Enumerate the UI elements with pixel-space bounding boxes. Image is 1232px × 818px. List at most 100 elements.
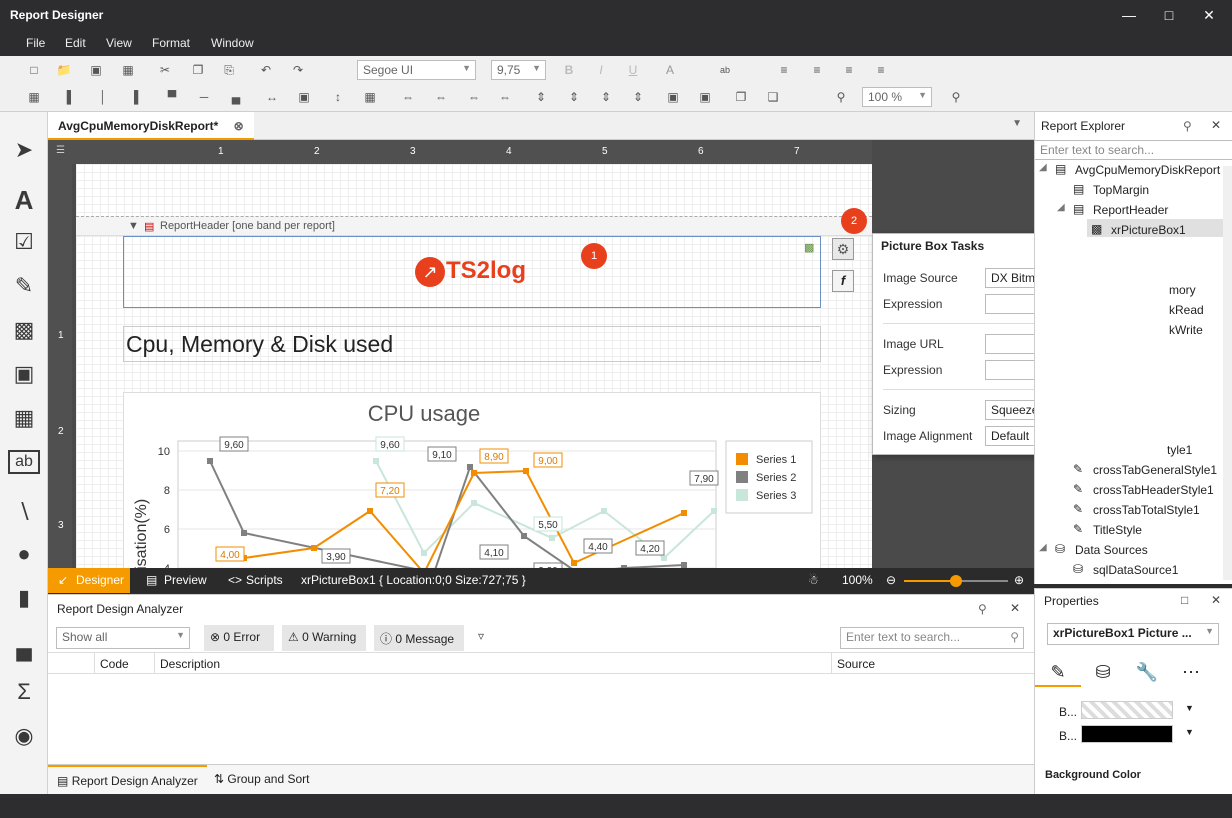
font-size-combo[interactable]: 9,75 ▼ — [491, 60, 546, 80]
band-expand-icon[interactable]: ▼ — [128, 220, 139, 232]
picture-icon[interactable]: ▩ — [8, 314, 40, 346]
same-width-icon[interactable]: ↔ — [264, 90, 280, 104]
underline-icon[interactable]: U — [625, 63, 641, 77]
paste-icon[interactable]: ⎘ — [221, 63, 237, 77]
richtext-icon[interactable]: ✎ — [8, 270, 40, 302]
barcode-icon[interactable]: ▮ — [8, 582, 40, 614]
border-color-picker[interactable] — [1081, 725, 1173, 743]
warnings-toggle[interactable]: ⚠ 0 Warning — [282, 625, 366, 651]
tree-item-reportheader[interactable]: ReportHeader — [1093, 203, 1168, 217]
tree-item-picturebox[interactable]: xrPictureBox1 — [1111, 223, 1186, 237]
align-center-icon[interactable]: ≡ — [809, 63, 825, 77]
background-color-picker[interactable] — [1081, 701, 1173, 719]
analyzer-search[interactable]: Enter text to search... ⚲ — [840, 627, 1024, 649]
pin-icon[interactable]: ⚲ — [1183, 119, 1192, 133]
send-back-icon[interactable]: ❑ — [765, 90, 781, 104]
report-title-box[interactable]: Cpu, Memory & Disk used — [123, 326, 821, 362]
center-h-icon[interactable]: ▣ — [665, 90, 681, 104]
justify-icon[interactable]: ≡ — [873, 63, 889, 77]
tab-preview[interactable]: Preview — [164, 573, 207, 587]
bell-icon[interactable]: ☃ — [808, 573, 819, 587]
chart-control[interactable]: CPU usageUtilisation(%)108649,609,609,10… — [123, 392, 821, 568]
zoom-slider-thumb[interactable] — [950, 575, 962, 587]
tab-designer[interactable]: Designer ↙ — [48, 568, 130, 593]
shape-icon[interactable]: ● — [8, 538, 40, 570]
size-to-grid-icon[interactable]: ▣ — [296, 90, 312, 104]
h-spacing-rem-icon[interactable]: ⇔ — [497, 90, 513, 104]
wrench-icon[interactable]: 🔧 — [1125, 657, 1169, 687]
align-grid-icon[interactable]: ▦ — [26, 90, 42, 104]
italic-icon[interactable]: I — [593, 63, 609, 77]
database-icon[interactable]: ⛁ — [1081, 657, 1125, 687]
align-tops-icon[interactable]: ▀ — [164, 90, 180, 104]
h-spacing-dec-icon[interactable]: ⇔ — [466, 90, 482, 104]
redo-icon[interactable]: ↷ — [290, 63, 306, 77]
copy-icon[interactable]: ❐ — [190, 63, 206, 77]
align-right-icon[interactable]: ≡ — [841, 63, 857, 77]
chart-icon[interactable]: ▄ — [8, 632, 40, 664]
v-spacing-inc-icon[interactable]: ⇕ — [566, 90, 582, 104]
tab-group-and-sort[interactable]: ⇅ Group and Sort — [208, 765, 315, 796]
band-header[interactable]: ▼ ▤ ReportHeader [one band per report] — [76, 216, 872, 236]
chevron-down-icon[interactable]: ▼ — [1012, 118, 1022, 129]
expand-icon[interactable]: ◢ — [1057, 202, 1065, 213]
col-source[interactable]: Source — [831, 653, 880, 673]
menu-window[interactable]: Window — [211, 36, 254, 50]
summary-icon[interactable]: Σ — [8, 676, 40, 708]
pointer-icon[interactable]: ➤ — [8, 134, 40, 166]
menu-view[interactable]: View — [106, 36, 132, 50]
tree-item-style[interactable]: tyle1 — [1167, 443, 1192, 457]
tree-item-diskread[interactable]: kRead — [1169, 303, 1204, 317]
bring-front-icon[interactable]: ❐ — [733, 90, 749, 104]
tree-item-topmargin[interactable]: TopMargin — [1093, 183, 1149, 197]
align-bottoms-icon[interactable]: ▄ — [228, 90, 244, 104]
tab-report-design-analyzer[interactable]: ▤ Report Design Analyzer — [48, 765, 207, 796]
forecolor-icon[interactable]: A — [662, 63, 678, 77]
close-icon[interactable]: ✕ — [1211, 593, 1221, 607]
same-size-icon[interactable]: ▦ — [362, 90, 378, 104]
label-icon[interactable]: A — [8, 184, 40, 216]
scrollbar[interactable] — [1223, 166, 1232, 580]
menu-edit[interactable]: Edit — [65, 36, 86, 50]
table-icon[interactable]: ▦ — [8, 402, 40, 434]
center-v-icon[interactable]: ▣ — [697, 90, 713, 104]
tree-item-report[interactable]: AvgCpuMemoryDiskReport — [1075, 163, 1220, 177]
v-spacing-icon[interactable]: ⇕ — [533, 90, 549, 104]
tree-item-datasources[interactable]: Data Sources — [1075, 543, 1148, 557]
messages-toggle[interactable]: ⓘ 0 Message — [374, 625, 464, 651]
tree-item-titlestyle[interactable]: TitleStyle — [1093, 523, 1142, 537]
explorer-search[interactable]: Enter text to search... — [1035, 140, 1232, 160]
v-spacing-dec-icon[interactable]: ⇕ — [598, 90, 614, 104]
h-spacing-inc-icon[interactable]: ⇔ — [433, 90, 449, 104]
expand-icon[interactable]: ◢ — [1039, 542, 1047, 553]
zoom-out-icon[interactable]: ⚲ — [833, 90, 849, 104]
menu-icon[interactable]: ☰ — [56, 145, 65, 156]
bold-icon[interactable]: B — [561, 63, 577, 77]
new-icon[interactable]: □ — [26, 63, 42, 77]
same-height-icon[interactable]: ↕ — [330, 90, 346, 104]
expression-icon[interactable]: f — [832, 270, 854, 292]
tab-scripts[interactable]: Scripts — [246, 573, 283, 587]
panel-icon[interactable]: ▣ — [8, 358, 40, 390]
zoom-slider[interactable] — [904, 575, 1008, 587]
checkbox-icon[interactable]: ☑ — [8, 226, 40, 258]
h-spacing-icon[interactable]: ⇔ — [400, 90, 416, 104]
close-icon[interactable]: ⊗ — [234, 119, 244, 133]
picture-box[interactable]: ↗ TS2log ▩ — [123, 236, 821, 308]
chevron-down-icon[interactable]: ▼ — [1185, 703, 1194, 713]
expand-icon[interactable]: ◢ — [1039, 162, 1047, 173]
zoom-out-icon[interactable]: ⊖ — [886, 573, 896, 587]
close-icon[interactable]: ✕ — [1211, 118, 1221, 132]
close-icon[interactable]: ✕ — [1010, 601, 1020, 615]
tree-item-style-header[interactable]: crossTabHeaderStyle1 — [1093, 483, 1214, 497]
tree-item-diskwrite[interactable]: kWrite — [1169, 323, 1203, 337]
zoom-in-icon[interactable]: ⚲ — [948, 90, 964, 104]
v-spacing-rem-icon[interactable]: ⇕ — [630, 90, 646, 104]
chevron-down-icon[interactable]: ▼ — [1185, 727, 1194, 737]
align-centers-icon[interactable]: │ — [95, 90, 111, 104]
component-selector[interactable]: xrPictureBox1 Picture ... ▼ — [1047, 623, 1219, 645]
save-all-icon[interactable]: ▦ — [120, 63, 136, 77]
pin-icon[interactable]: ⚲ — [978, 602, 987, 616]
filter-clear-icon[interactable]: ▿ — [478, 629, 484, 643]
save-icon[interactable]: ▣ — [88, 63, 104, 77]
